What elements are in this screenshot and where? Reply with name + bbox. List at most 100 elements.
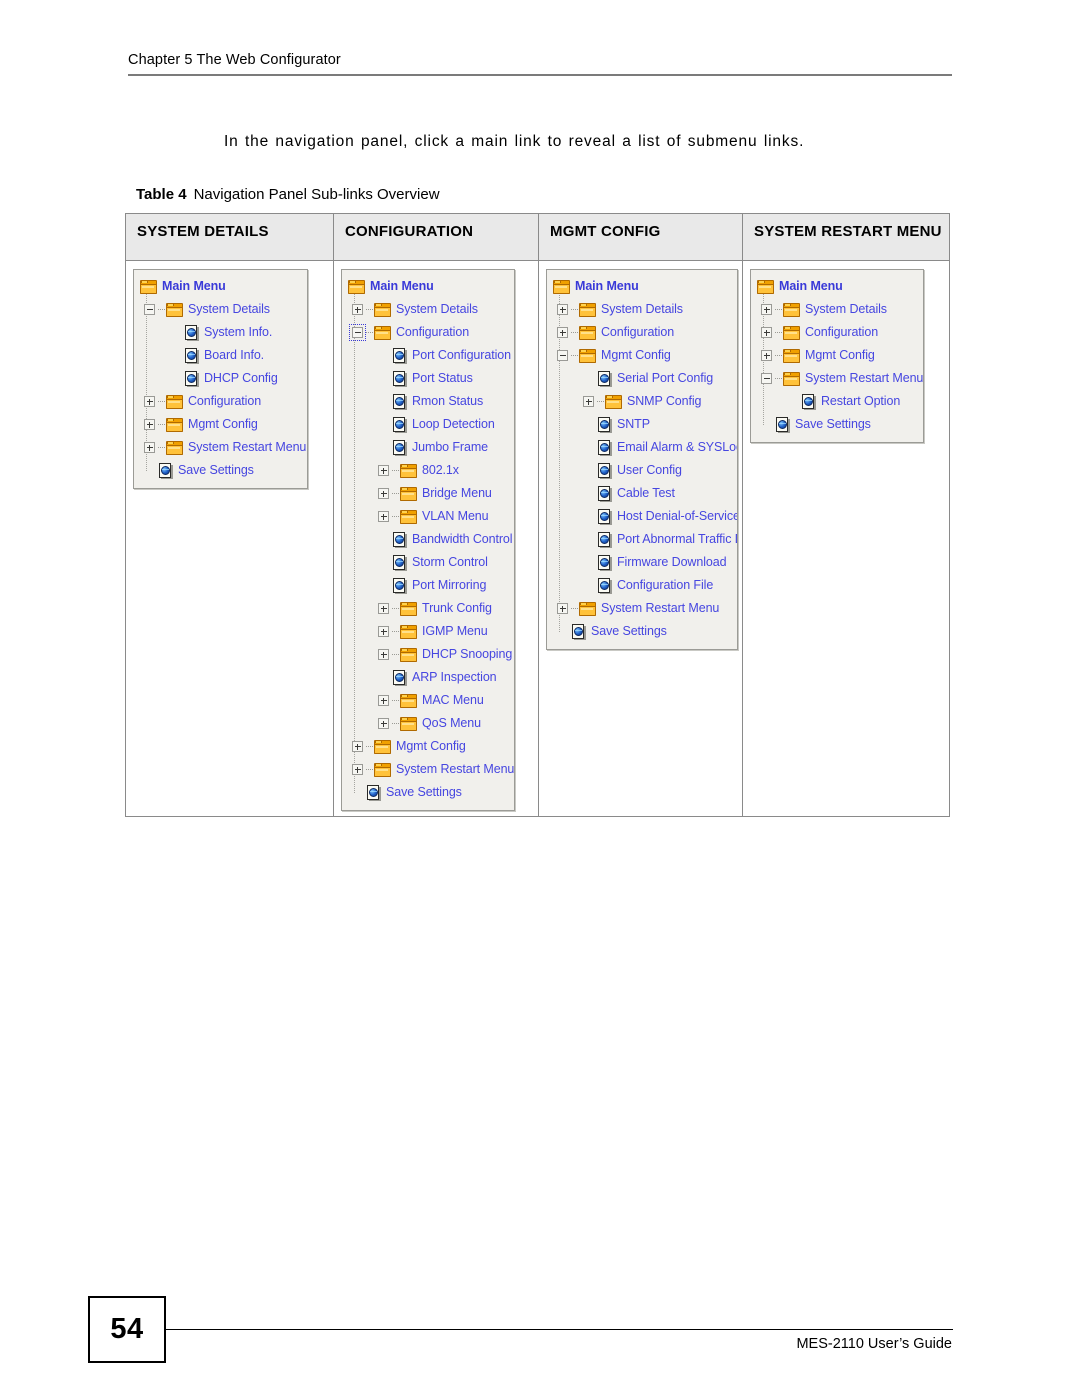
tree-item[interactable]: Storm Control: [342, 551, 514, 574]
folder-icon: [783, 371, 800, 386]
nav-tree-configuration[interactable]: Main Menu System Details Configuration Port…: [341, 269, 515, 811]
expand-plus-icon[interactable]: [761, 304, 772, 315]
tree-item[interactable]: Email Alarm & SYSLog: [547, 436, 737, 459]
tree-item[interactable]: System Restart Menu: [751, 367, 923, 390]
expand-plus-icon[interactable]: [557, 304, 568, 315]
expand-plus-icon[interactable]: [378, 718, 389, 729]
tree-item[interactable]: System Info.: [134, 321, 307, 344]
tree-item[interactable]: Configuration: [751, 321, 923, 344]
tree-connector: [392, 654, 399, 656]
tree-item[interactable]: Save Settings: [342, 781, 514, 804]
collapse-minus-icon[interactable]: [557, 350, 568, 361]
tree-item[interactable]: Bridge Menu: [342, 482, 514, 505]
tree-item[interactable]: Main Menu: [342, 275, 514, 298]
collapse-minus-icon[interactable]: [144, 304, 155, 315]
tree-item[interactable]: Port Abnormal Traffic Detect: [547, 528, 737, 551]
tree-item[interactable]: SNMP Config: [547, 390, 737, 413]
tree-item[interactable]: System Details: [547, 298, 737, 321]
tree-item[interactable]: MAC Menu: [342, 689, 514, 712]
tree-item[interactable]: Mgmt Config: [134, 413, 307, 436]
tree-item[interactable]: System Restart Menu: [134, 436, 307, 459]
expand-plus-icon[interactable]: [378, 465, 389, 476]
expand-plus-icon[interactable]: [352, 304, 363, 315]
tree-item[interactable]: 802.1x: [342, 459, 514, 482]
expand-plus-icon[interactable]: [761, 350, 772, 361]
tree-item[interactable]: Configuration: [134, 390, 307, 413]
tree-item[interactable]: System Restart Menu: [547, 597, 737, 620]
tree-item[interactable]: Mgmt Config: [547, 344, 737, 367]
tree-item[interactable]: DHCP Snooping: [342, 643, 514, 666]
tree-item[interactable]: Configuration: [342, 321, 514, 344]
expand-plus-icon[interactable]: [583, 396, 594, 407]
expand-plus-icon[interactable]: [352, 741, 363, 752]
tree-item[interactable]: SNTP: [547, 413, 737, 436]
tree-item[interactable]: Mgmt Config: [342, 735, 514, 758]
tree-item-label: Main Menu: [162, 279, 226, 293]
tree-item[interactable]: Restart Option: [751, 390, 923, 413]
page-icon: [392, 439, 407, 456]
expand-plus-icon[interactable]: [378, 695, 389, 706]
tree-item[interactable]: Main Menu: [547, 275, 737, 298]
tree-connector: [170, 350, 184, 361]
tree-item[interactable]: Bandwidth Control: [342, 528, 514, 551]
page-icon: [597, 485, 612, 502]
expand-plus-icon[interactable]: [352, 764, 363, 775]
tree-item[interactable]: Jumbo Frame: [342, 436, 514, 459]
tree-item-label: System Details: [396, 302, 478, 316]
nav-tree-system-restart-menu[interactable]: Main Menu System Details Configuration Mgmt…: [750, 269, 924, 443]
expand-plus-icon[interactable]: [144, 396, 155, 407]
tree-item[interactable]: Loop Detection: [342, 413, 514, 436]
tree-connector: [583, 419, 597, 430]
tree-item[interactable]: Board Info.: [134, 344, 307, 367]
tree-item[interactable]: Port Status: [342, 367, 514, 390]
tree-item[interactable]: DHCP Config: [134, 367, 307, 390]
tree-item[interactable]: System Details: [751, 298, 923, 321]
table-header-row: SYSTEM DETAILS CONFIGURATION MGMT CONFIG…: [125, 213, 950, 261]
tree-item[interactable]: Trunk Config: [342, 597, 514, 620]
tree-item-label: Configuration: [396, 325, 470, 339]
expand-plus-icon[interactable]: [378, 603, 389, 614]
expand-plus-icon[interactable]: [378, 488, 389, 499]
tree-item[interactable]: User Config: [547, 459, 737, 482]
collapse-minus-icon[interactable]: [761, 373, 772, 384]
tree-item[interactable]: VLAN Menu: [342, 505, 514, 528]
tree-item[interactable]: System Details: [342, 298, 514, 321]
tree-item[interactable]: Main Menu: [751, 275, 923, 298]
tree-item[interactable]: Save Settings: [751, 413, 923, 436]
cell-system-restart-menu: Main Menu System Details Configuration Mgmt…: [742, 260, 950, 817]
expand-plus-icon[interactable]: [761, 327, 772, 338]
tree-item[interactable]: Firmware Download: [547, 551, 737, 574]
tree-item[interactable]: Port Configuration: [342, 344, 514, 367]
tree-item[interactable]: Host Denial-of-Service: [547, 505, 737, 528]
collapse-minus-icon[interactable]: [349, 324, 366, 341]
tree-item[interactable]: Serial Port Config: [547, 367, 737, 390]
expand-plus-icon[interactable]: [144, 419, 155, 430]
expand-plus-icon[interactable]: [144, 442, 155, 453]
tree-item[interactable]: Rmon Status: [342, 390, 514, 413]
tree-item[interactable]: System Restart Menu: [342, 758, 514, 781]
tree-item[interactable]: Save Settings: [547, 620, 737, 643]
nav-tree-system-details[interactable]: Main Menu System Details System Info. Board…: [133, 269, 308, 489]
tree-item[interactable]: ARP Inspection: [342, 666, 514, 689]
tree-item[interactable]: Save Settings: [134, 459, 307, 482]
tree-item[interactable]: Configuration: [547, 321, 737, 344]
expand-plus-icon[interactable]: [378, 649, 389, 660]
tree-item[interactable]: Configuration File: [547, 574, 737, 597]
expand-plus-icon[interactable]: [557, 327, 568, 338]
tree-item[interactable]: IGMP Menu: [342, 620, 514, 643]
tree-item[interactable]: QoS Menu: [342, 712, 514, 735]
tree-item[interactable]: Mgmt Config: [751, 344, 923, 367]
page-icon: [392, 393, 407, 410]
tree-item[interactable]: Port Mirroring: [342, 574, 514, 597]
expand-plus-icon[interactable]: [378, 511, 389, 522]
expand-plus-icon[interactable]: [557, 603, 568, 614]
tree-item[interactable]: Main Menu: [134, 275, 307, 298]
tree-item[interactable]: System Details: [134, 298, 307, 321]
tree-item[interactable]: Cable Test: [547, 482, 737, 505]
nav-tree-mgmt-config[interactable]: Main Menu System Details Configuration Mgmt…: [546, 269, 738, 650]
expand-plus-icon[interactable]: [378, 626, 389, 637]
